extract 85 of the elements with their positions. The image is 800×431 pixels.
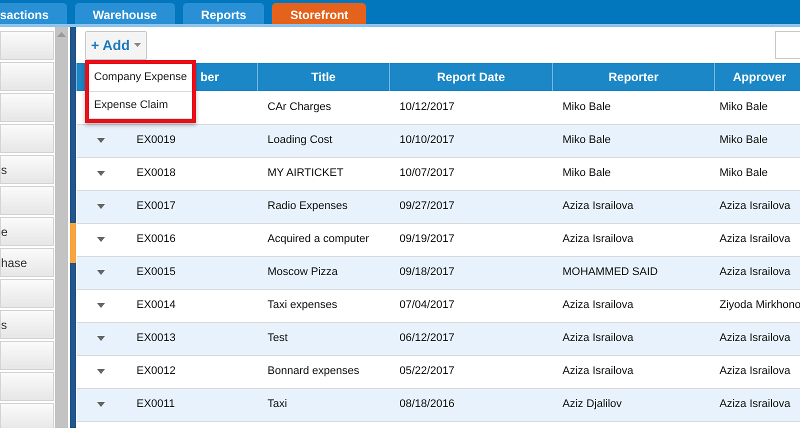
table-cell: Aziza Israilova bbox=[720, 233, 790, 246]
table-cell: Aziza Israilova bbox=[720, 200, 790, 212]
column-header: ber bbox=[200, 70, 219, 84]
table-cell: Miko Bale bbox=[562, 167, 611, 180]
splitter-handle[interactable] bbox=[70, 222, 76, 262]
table-cell: Loading Cost bbox=[268, 134, 332, 146]
expand-icon[interactable] bbox=[96, 138, 104, 143]
expand-icon[interactable] bbox=[96, 236, 104, 242]
sidebar-button[interactable] bbox=[0, 186, 54, 215]
sidebar-button[interactable] bbox=[0, 341, 54, 370]
column-header: Report Date bbox=[436, 70, 505, 84]
table-cell: Taxi bbox=[268, 398, 288, 410]
column-header: Approver bbox=[732, 70, 786, 84]
table-cell: Aziza Israilova bbox=[720, 266, 790, 278]
table-cell: 05/22/2017 bbox=[400, 365, 455, 378]
table-cell: EX0016 bbox=[136, 233, 176, 246]
table-cell: Taxi expenses bbox=[268, 299, 338, 312]
table-cell: Aziz Djalilov bbox=[562, 398, 622, 410]
expand-icon[interactable] bbox=[96, 336, 104, 341]
sidebar-button[interactable]: s bbox=[0, 310, 54, 339]
table-cell: Aziza Israilova bbox=[720, 398, 790, 410]
expand-icon[interactable] bbox=[96, 270, 104, 275]
table-cell: 10/10/2017 bbox=[400, 134, 455, 146]
table-cell: Aziza Israilova bbox=[562, 365, 634, 378]
add-button[interactable]: + Add bbox=[85, 30, 147, 60]
search-field[interactable] bbox=[775, 31, 800, 59]
table-cell: EX0013 bbox=[136, 332, 176, 344]
table-cell: 09/27/2017 bbox=[400, 200, 455, 212]
sidebar-button[interactable] bbox=[0, 372, 54, 401]
sidebar-button[interactable]: s bbox=[0, 155, 54, 184]
sidebar-button[interactable] bbox=[0, 279, 54, 308]
scroll-up-icon[interactable] bbox=[57, 31, 66, 37]
table-cell: Aziza Israilova bbox=[562, 233, 634, 246]
expand-icon[interactable] bbox=[96, 402, 104, 407]
expand-icon[interactable] bbox=[96, 204, 104, 209]
scrollbar[interactable] bbox=[55, 27, 68, 428]
table-cell: 09/18/2017 bbox=[400, 266, 455, 278]
expand-icon[interactable] bbox=[96, 368, 104, 374]
table-cell: MOHAMMED SAID bbox=[562, 266, 658, 278]
expand-icon[interactable] bbox=[96, 170, 104, 176]
table-cell: Aziza Israilova bbox=[720, 365, 790, 378]
expand-icon[interactable] bbox=[96, 302, 104, 308]
menu-item[interactable]: Company Expense bbox=[89, 64, 192, 92]
table-cell: EX0015 bbox=[136, 266, 176, 278]
table-cell: EX0011 bbox=[136, 398, 175, 410]
table-cell: EX0012 bbox=[136, 365, 176, 378]
caret-icon bbox=[134, 43, 141, 47]
sidebar-button[interactable]: hase bbox=[0, 248, 54, 277]
table-cell: CAr Charges bbox=[268, 101, 332, 113]
menu-item[interactable]: Expense Claim bbox=[89, 92, 192, 119]
table-cell: Acquired a computer bbox=[268, 233, 369, 246]
sidebar-button[interactable] bbox=[0, 124, 54, 153]
sidebar-button[interactable] bbox=[0, 31, 54, 60]
table-cell: Miko Bale bbox=[562, 101, 611, 113]
sidebar-button[interactable] bbox=[0, 403, 54, 428]
table-cell: 08/18/2016 bbox=[400, 398, 455, 410]
sidebar-button[interactable] bbox=[0, 62, 54, 91]
table-cell: Bonnard expenses bbox=[268, 365, 360, 378]
table-cell: Aziza Israilova bbox=[562, 200, 634, 212]
table-cell: Test bbox=[268, 332, 288, 344]
table-cell: Miko Bale bbox=[720, 101, 768, 113]
column-header: Title bbox=[311, 70, 336, 84]
sidebar-button[interactable] bbox=[0, 93, 54, 122]
table-cell: Aziza Israilova bbox=[562, 332, 634, 344]
table-cell: Radio Expenses bbox=[268, 200, 348, 212]
table-cell: 07/04/2017 bbox=[400, 299, 455, 312]
table-cell: MY AIRTICKET bbox=[268, 167, 344, 180]
table-cell: Miko Bale bbox=[720, 134, 768, 146]
sidebar-button[interactable]: e bbox=[0, 217, 54, 246]
table-cell: 06/12/2017 bbox=[400, 332, 455, 344]
table-cell: 09/19/2017 bbox=[400, 233, 455, 246]
table-cell: EX0017 bbox=[136, 200, 176, 212]
splitter[interactable] bbox=[70, 27, 76, 428]
table-cell: Aziza Israilova bbox=[720, 332, 790, 344]
table-cell: Miko Bale bbox=[720, 167, 768, 180]
column-header: Reporter bbox=[608, 70, 658, 84]
table-cell: Ziyoda Mirkhono bbox=[720, 299, 800, 312]
table-cell: 10/12/2017 bbox=[400, 101, 455, 113]
table-cell: Miko Bale bbox=[562, 134, 611, 146]
table-cell: Moscow Pizza bbox=[268, 266, 338, 278]
table-cell: EX0014 bbox=[136, 299, 176, 312]
table-cell: EX0019 bbox=[136, 134, 176, 146]
table-cell: 10/07/2017 bbox=[400, 167, 455, 180]
table-cell: EX0018 bbox=[136, 167, 176, 180]
table-cell: Aziza Israilova bbox=[562, 299, 634, 312]
